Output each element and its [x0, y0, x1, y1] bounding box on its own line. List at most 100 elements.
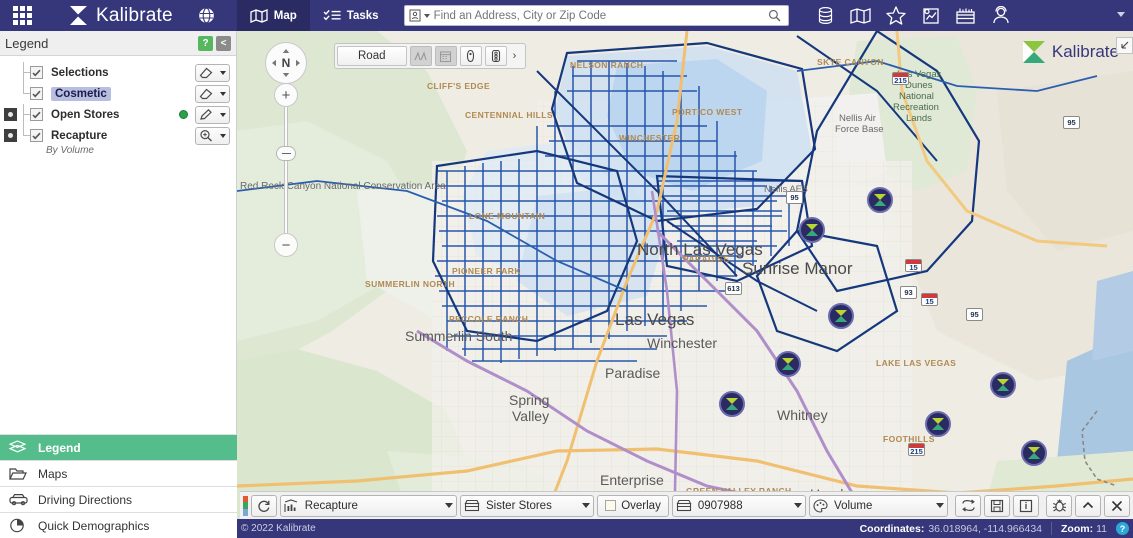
kalibrate-k-icon [68, 5, 89, 26]
store-marker[interactable] [719, 391, 745, 417]
store-marker[interactable] [990, 372, 1016, 398]
collapse-corner-icon[interactable] [1116, 37, 1133, 54]
layer-label-recapture: Recapture [51, 129, 108, 142]
debug-button[interactable] [1046, 494, 1073, 517]
layer-checkbox-cosmetic[interactable] [30, 87, 43, 100]
contact-card-icon [409, 9, 421, 22]
nav-item-driving-directions[interactable]: Driving Directions [0, 486, 237, 512]
zoom-value: 11 [1096, 522, 1107, 535]
zoom-out-button[interactable]: − [274, 233, 298, 257]
database-icon[interactable] [811, 1, 841, 31]
map-type-more-button[interactable]: › [507, 50, 523, 62]
legend-row-cosmetic[interactable]: Cosmetic [0, 83, 236, 104]
search-bar[interactable] [403, 5, 789, 26]
search-type-dropdown[interactable] [409, 9, 434, 22]
info-button[interactable] [1013, 494, 1040, 517]
tree-expand-open-stores[interactable] [4, 108, 17, 121]
compass-control[interactable]: N [265, 42, 307, 84]
chevron-down-icon [220, 91, 226, 96]
search-input[interactable] [433, 9, 766, 22]
zoom-handle[interactable] [276, 146, 296, 161]
overlay-checkbox-box[interactable] [605, 500, 617, 511]
status-badge-open-stores [179, 110, 188, 119]
zoom-in-button[interactable]: + [274, 83, 298, 107]
nav-item-quick-demographics[interactable]: Quick Demographics [0, 512, 237, 538]
layer-action-selections[interactable] [195, 63, 230, 82]
store-select-value: Sister Stores [486, 499, 552, 512]
brand-name: Kalibrate [96, 4, 173, 26]
search-icon[interactable] [766, 9, 784, 22]
pie-chart-icon [9, 518, 29, 533]
legend-collapse-button[interactable]: < [216, 35, 231, 51]
report-chart-icon[interactable] [916, 1, 946, 31]
theme-select[interactable]: Recapture [279, 494, 457, 517]
nav-item-legend[interactable]: Legend [0, 434, 237, 460]
status-divider [1051, 522, 1053, 535]
nav-item-maps[interactable]: Maps [0, 460, 237, 486]
traffic-chart-icon[interactable] [409, 46, 432, 66]
legend-row-recapture[interactable]: Recapture [0, 125, 236, 146]
eraser-icon [199, 88, 213, 100]
toolbar-close-button[interactable] [1104, 494, 1131, 517]
store-marker[interactable] [867, 187, 893, 213]
toolbar-collapse-button[interactable] [1075, 494, 1102, 517]
support-user-icon[interactable] [986, 1, 1016, 31]
tab-tasks[interactable]: Tasks [310, 0, 392, 31]
chevron-down-icon [582, 503, 591, 508]
star-icon[interactable] [881, 1, 911, 31]
site-select[interactable]: 0907988 [671, 494, 807, 517]
layer-checkbox-recapture[interactable] [30, 129, 43, 142]
save-button[interactable] [984, 494, 1011, 517]
kalibrate-k-icon [874, 194, 886, 206]
tasks-icon [323, 9, 341, 23]
legend-help-button[interactable]: ? [198, 35, 213, 51]
traffic-light-icon[interactable] [484, 46, 507, 66]
calendar-icon[interactable] [434, 46, 457, 66]
store-marker[interactable] [799, 217, 825, 243]
highway-shield: 95 [786, 191, 803, 204]
legend-row-open-stores[interactable]: Open Stores [0, 104, 236, 125]
kalibrate-k-icon [806, 224, 818, 236]
metric-select[interactable]: Volume [809, 494, 949, 517]
status-help-button[interactable]: ? [1116, 522, 1129, 535]
store-marker[interactable] [1021, 440, 1047, 466]
zoom-in-icon [200, 129, 213, 142]
store-marker[interactable] [925, 411, 951, 437]
tree-connector [18, 62, 30, 83]
map-brand-logo: Kalibrate [1021, 39, 1119, 65]
store-select[interactable]: Sister Stores [460, 494, 595, 517]
toolbox-icon[interactable] [951, 1, 981, 31]
waffle-icon [12, 6, 32, 25]
chevron-down-icon[interactable] [1117, 12, 1125, 17]
tree-expand-recapture[interactable] [4, 129, 17, 142]
chevron-down-icon [219, 112, 226, 117]
map-book-icon[interactable] [846, 1, 876, 31]
refresh-icon [258, 500, 270, 512]
map-viewport[interactable]: SKYE CANYON NELSON RANCH CLIFF'S EDGE PORTI… [237, 31, 1133, 538]
legend-row-selections[interactable]: Selections [0, 62, 236, 83]
status-bar-right: Coordinates: 36.018964, -114.966434 Zoom… [860, 522, 1129, 535]
layer-action-cosmetic[interactable] [195, 84, 230, 103]
map-type-road-button[interactable]: Road [337, 46, 407, 66]
layer-checkbox-open-stores[interactable] [30, 108, 43, 121]
highway-shield: 95 [966, 308, 983, 321]
overlay-checkbox[interactable]: Overlay [597, 494, 669, 517]
refresh-button[interactable] [250, 494, 277, 517]
store-marker[interactable] [775, 351, 801, 377]
zoom-track[interactable] [284, 107, 288, 233]
globe-icon[interactable] [195, 7, 219, 24]
compass-icon: N [272, 49, 300, 77]
map-bottom-toolbar: Recapture Sister Stores Overlay 0907988 … [240, 491, 1133, 519]
top-icon-bar [811, 1, 1016, 31]
zoom-slider[interactable]: + − [274, 83, 298, 263]
layer-action-recapture[interactable] [195, 126, 230, 145]
app-launcher-button[interactable] [0, 0, 44, 31]
layer-action-open-stores[interactable] [195, 105, 230, 124]
tab-map[interactable]: Map [236, 0, 310, 31]
layer-checkbox-selections[interactable] [30, 66, 43, 79]
tab-tasks-label: Tasks [346, 9, 379, 22]
pedestrian-icon[interactable] [459, 46, 482, 66]
cycle-button[interactable] [955, 494, 982, 517]
nav-label-driving-directions: Driving Directions [38, 492, 133, 507]
store-marker[interactable] [828, 303, 854, 329]
